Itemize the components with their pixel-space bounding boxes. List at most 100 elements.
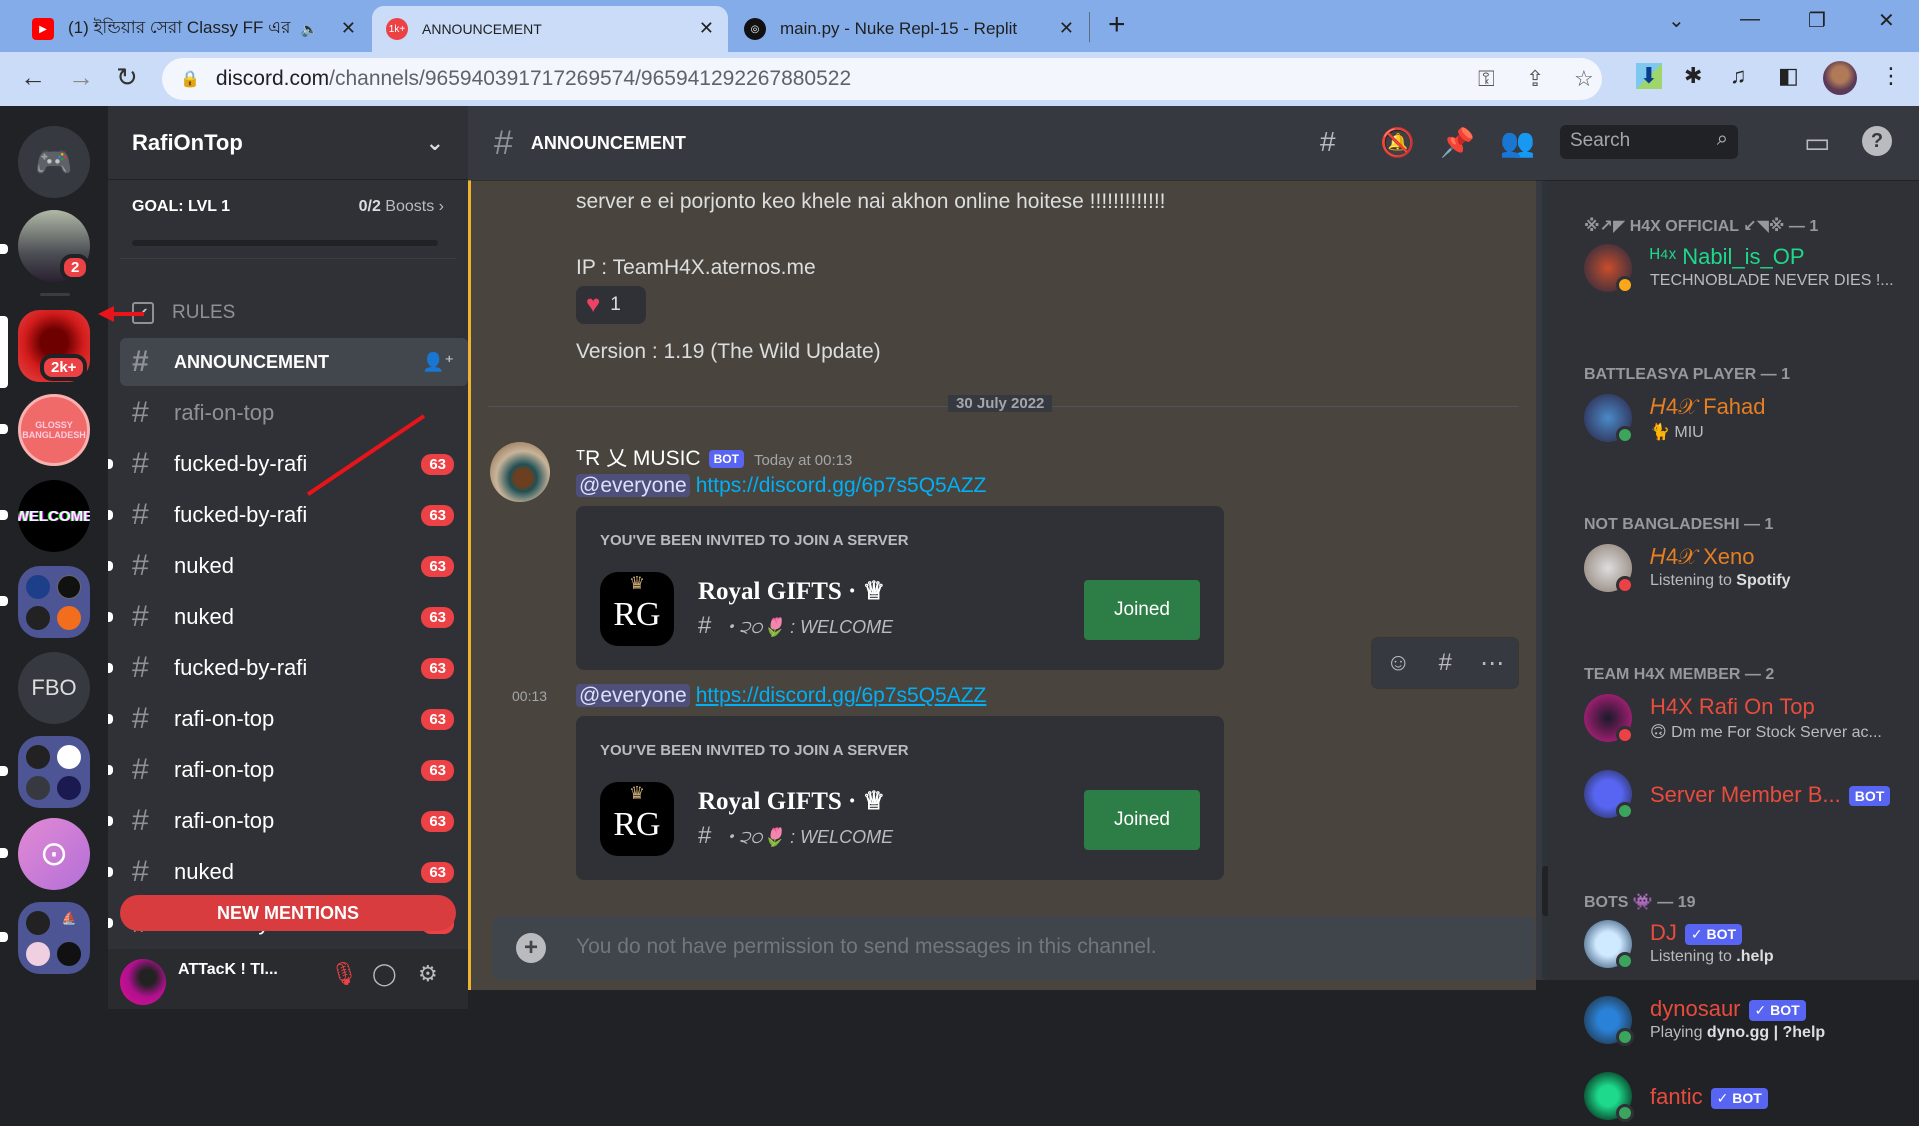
timestamp: Today at 00:13 xyxy=(753,452,853,469)
forward-button[interactable]: → xyxy=(68,62,94,93)
user-avatar[interactable] xyxy=(120,959,166,1005)
server-icon-welcome[interactable]: WELCOME xyxy=(18,480,90,552)
back-button[interactable]: ← xyxy=(20,62,46,93)
browser-tab-youtube[interactable]: ▶ (1) ইন্ডিয়ার সেরা Classy FF এর 🔈 ✕ xyxy=(18,6,370,52)
headphones-icon[interactable]: ◯ xyxy=(372,961,397,987)
channel-name: ・੨੦🌷 : WELCOME xyxy=(721,827,894,847)
pinned-messages-icon[interactable]: 📌 xyxy=(1440,126,1475,159)
hash-icon: # xyxy=(698,612,712,639)
reload-button[interactable]: ↻ xyxy=(116,62,138,93)
inbox-icon[interactable]: ▭ xyxy=(1804,126,1830,159)
restore-button[interactable]: ❐ xyxy=(1808,8,1826,33)
member-item[interactable]: Server Member B... BOT xyxy=(1584,770,1914,824)
channel-rules[interactable]: ✔ RULES xyxy=(132,302,235,324)
member-item[interactable]: 𝐻4𝒳 Xeno Listening to Spotify xyxy=(1584,544,1914,598)
member-item[interactable]: dynosaur ✓ BOT Playing dyno.gg | ?help xyxy=(1584,996,1914,1050)
channel-label: fucked-by-rafi xyxy=(174,655,308,680)
channel-item[interactable]: # nuked 63 xyxy=(108,542,468,590)
bookmark-star-icon[interactable]: ☆ xyxy=(1574,66,1594,92)
channel-item[interactable]: # rafi-on-top 63 xyxy=(108,797,468,845)
channel-item[interactable]: # fucked-by-rafi 63 xyxy=(108,644,468,692)
side-panel-icon[interactable]: ◧ xyxy=(1778,63,1799,89)
server-icon-speed[interactable]: ⊙ xyxy=(18,818,90,890)
audio-icon[interactable]: 🔈 xyxy=(300,21,317,38)
invite-server-icon[interactable]: ♛ RG xyxy=(600,572,674,646)
member-item[interactable]: DJ ✓ BOT Listening to .help xyxy=(1584,920,1914,974)
channel-item[interactable]: # fucked-by-rafi 63 xyxy=(108,491,468,539)
server-header[interactable]: RafiOnTop ⌄ xyxy=(108,106,468,180)
channel-item[interactable]: # rafi-on-top 63 xyxy=(108,695,468,743)
message-composer[interactable]: + You do not have permission to send mes… xyxy=(492,916,1535,980)
tab-title: ANNOUNCEMENT xyxy=(422,21,542,37)
share-icon[interactable]: ⇪ xyxy=(1526,66,1544,92)
hash-icon: # xyxy=(132,549,149,582)
tab-search-icon[interactable]: ⌄ xyxy=(1668,8,1685,33)
server-folder-3[interactable]: ⛵ xyxy=(18,902,90,974)
channel-item[interactable]: # fucked-by-rafi 63 xyxy=(108,440,468,488)
hash-icon: # xyxy=(132,855,149,888)
member-item[interactable]: fantic ✓ BOT xyxy=(1584,1072,1914,1126)
member-section-header: TEAM H4X MEMBER — 2 xyxy=(1584,666,1775,683)
invite-server-name[interactable]: Royal GIFTS · ♕ xyxy=(698,786,885,816)
new-tab-button[interactable]: + xyxy=(1108,8,1126,42)
channel-item[interactable]: # nuked 63 xyxy=(108,848,468,896)
menu-kebab-icon[interactable]: ⋮ xyxy=(1880,63,1902,89)
browser-tab-replit[interactable]: ◎ main.py - Nuke Repl-15 - Replit ✕ xyxy=(730,6,1088,52)
upload-plus-icon[interactable]: + xyxy=(516,933,546,963)
everyone-mention[interactable]: @everyone xyxy=(576,684,690,707)
close-tab-icon[interactable]: ✕ xyxy=(699,18,714,39)
message-text: server e ei porjonto keo khele nai akhon… xyxy=(576,190,1166,213)
joined-button[interactable]: Joined xyxy=(1084,580,1200,640)
help-icon[interactable]: ? xyxy=(1862,126,1892,156)
invite-server-name[interactable]: Royal GIFTS · ♕ xyxy=(698,576,885,606)
search-input[interactable]: Search ⌕ xyxy=(1560,125,1738,159)
bot-avatar[interactable] xyxy=(490,442,550,502)
member-item[interactable]: H4X Rafi On Top 🙃 Dm me For Stock Server … xyxy=(1584,694,1914,748)
channel-label: rafi-on-top xyxy=(174,808,275,833)
mute-microphone-icon[interactable]: 🎙 xyxy=(330,961,358,987)
key-icon[interactable]: ⚿ xyxy=(1478,66,1495,92)
server-icon-fbo[interactable]: FBO xyxy=(18,652,90,724)
close-window-button[interactable]: ✕ xyxy=(1878,8,1895,33)
channel-item[interactable]: # rafi-on-top 63 xyxy=(108,746,468,794)
member-item[interactable]: 𝐻4𝒳 Fahad 🐈 MIU xyxy=(1584,394,1914,448)
search-icon: ⌕ xyxy=(1716,128,1728,150)
joined-button[interactable]: Joined xyxy=(1084,790,1200,850)
invite-link[interactable]: https://discord.gg/6p7s5Q5AZZ xyxy=(696,684,987,707)
server-icon-glossy[interactable]: GLOSSY BANGLADESH xyxy=(18,394,90,466)
url-field[interactable]: 🔒 discord.com/channels/96594039171726957… xyxy=(162,58,1602,100)
add-reaction-icon[interactable]: ☺ xyxy=(1386,649,1411,677)
author-name[interactable]: ᵀR 乂 MUSIC xyxy=(576,447,701,470)
hash-icon: # xyxy=(132,600,149,633)
create-thread-icon[interactable]: # xyxy=(1439,649,1452,677)
more-options-icon[interactable]: ⋯ xyxy=(1480,649,1504,678)
minimize-button[interactable]: — xyxy=(1740,8,1760,31)
channel-item[interactable]: # nuked 63 xyxy=(108,593,468,641)
close-tab-icon[interactable]: ✕ xyxy=(1059,18,1074,39)
browser-tab-discord[interactable]: 1k+ ANNOUNCEMENT ✕ xyxy=(372,6,728,52)
channel-item[interactable]: # ANNOUNCEMENT 👤⁺ xyxy=(120,338,468,386)
extensions-puzzle-icon[interactable]: ✱ xyxy=(1684,63,1702,89)
notification-muted-icon[interactable]: 🔕 xyxy=(1380,126,1415,159)
reaction-heart[interactable]: ♥ 1 xyxy=(576,286,646,324)
new-mentions-button[interactable]: NEW MENTIONS xyxy=(120,895,456,931)
threads-icon[interactable]: # xyxy=(1320,126,1336,158)
boost-goal[interactable]: GOAL: LVL 1 0/2 Boosts › xyxy=(132,198,444,216)
download-extension-icon[interactable]: ⬇ xyxy=(1636,63,1662,89)
invite-server-icon[interactable]: ♛ RG xyxy=(600,782,674,856)
home-button[interactable]: 🎮 xyxy=(18,126,90,198)
server-folder-1[interactable] xyxy=(18,566,90,638)
invite-link[interactable]: https://discord.gg/6p7s5Q5AZZ xyxy=(696,474,987,497)
member-list-icon[interactable]: 👥 xyxy=(1500,126,1535,159)
unread-dot xyxy=(108,459,113,469)
gear-icon[interactable]: ⚙ xyxy=(418,961,438,987)
member-item[interactable]: ᴴ⁴ˣ Nabil_is_OP TECHNOBLADE NEVER DIES !.… xyxy=(1584,244,1914,298)
media-control-icon[interactable]: ♫ xyxy=(1730,63,1747,89)
channel-item[interactable]: # rafi-on-top xyxy=(120,389,468,437)
everyone-mention[interactable]: @everyone xyxy=(576,474,690,497)
hash-icon: # xyxy=(132,702,149,735)
invite-user-icon[interactable]: 👤⁺ xyxy=(422,352,454,373)
close-tab-icon[interactable]: ✕ xyxy=(341,18,356,39)
profile-avatar[interactable] xyxy=(1823,61,1857,95)
server-folder-2[interactable] xyxy=(18,736,90,808)
